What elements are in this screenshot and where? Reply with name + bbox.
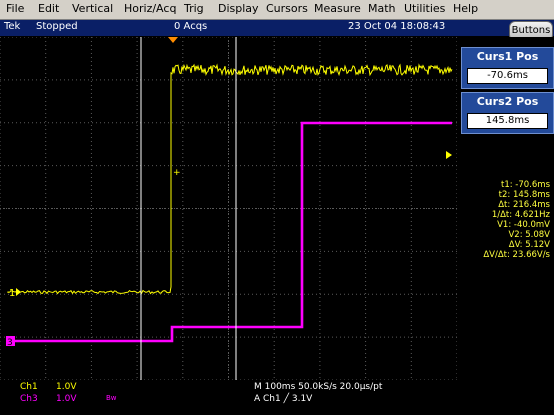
timebase-readout[interactable]: M 100ms 50.0kS/s 20.0µs/pt [254, 382, 382, 392]
waveform-display[interactable]: + 1 3 [0, 37, 457, 380]
menu-display[interactable]: Display [218, 2, 259, 15]
readout-delta-t: Δt: 216.4ms [498, 200, 550, 210]
cursor-readout: t1: -70.6ms t2: 145.8ms Δt: 216.4ms 1/Δt… [459, 180, 550, 260]
curs1-position-control[interactable]: Curs1 Pos -70.6ms [461, 47, 554, 89]
menu-trig[interactable]: Trig [184, 2, 204, 15]
trigger-position-icon[interactable] [168, 37, 178, 43]
curs2-value[interactable]: 145.8ms [467, 113, 548, 129]
trigger-readout[interactable]: A Ch1 ╱ 3.1V [254, 394, 312, 404]
menu-cursors[interactable]: Cursors [266, 2, 308, 15]
readout-v1: V1: -40.0mV [497, 220, 550, 230]
settings-readout-bar: Ch1 1.0V Ch3 1.0V Bw M 100ms 50.0kS/s 20… [0, 380, 554, 415]
ch1-ground-arrow-icon [16, 288, 21, 296]
ch3-scale[interactable]: 1.0V [56, 394, 76, 404]
status-bar: Tek Stopped 0 Acqs 23 Oct 04 18:08:43 [0, 20, 554, 36]
menu-horiz-acq[interactable]: Horiz/Acq [124, 2, 176, 15]
menu-help[interactable]: Help [453, 2, 478, 15]
ch1-waveform [7, 63, 453, 295]
readout-frequency: 1/Δt: 4.621Hz [491, 210, 550, 220]
bandwidth-limit-badge: Bw [106, 394, 117, 402]
curs1-value[interactable]: -70.6ms [467, 68, 548, 84]
menu-bar: File Edit Vertical Horiz/Acq Trig Displa… [0, 0, 554, 20]
readout-v2: V2: 5.08V [508, 230, 550, 240]
trigger-level-icon[interactable] [446, 151, 452, 159]
acquisition-state: Stopped [36, 21, 78, 32]
curs2-position-control[interactable]: Curs2 Pos 145.8ms [461, 92, 554, 134]
menu-file[interactable]: File [6, 2, 24, 15]
curs1-title: Curs1 Pos [476, 50, 539, 63]
brand-label: Tek [4, 21, 21, 32]
menu-edit[interactable]: Edit [38, 2, 59, 15]
trigger-level-marker: + [173, 168, 181, 178]
graticule [0, 37, 457, 380]
menu-vertical[interactable]: Vertical [72, 2, 113, 15]
ch1-scale[interactable]: 1.0V [56, 382, 76, 392]
ch1-label[interactable]: Ch1 [20, 382, 38, 392]
menu-math[interactable]: Math [368, 2, 396, 15]
ch1-ground-marker[interactable]: 1 [9, 288, 15, 299]
date-time: 23 Oct 04 18:08:43 [348, 21, 446, 32]
readout-delta-v: ΔV: 5.12V [508, 240, 550, 250]
ch3-label[interactable]: Ch3 [20, 394, 38, 404]
menu-measure[interactable]: Measure [314, 2, 361, 15]
readout-t1: t1: -70.6ms [500, 180, 550, 190]
ch3-ground-marker: 3 [7, 338, 13, 348]
curs2-title: Curs2 Pos [476, 95, 539, 108]
cursor-panel: Curs1 Pos -70.6ms Curs2 Pos 145.8ms t1: … [457, 37, 554, 380]
readout-t2: t2: 145.8ms [498, 190, 550, 200]
readout-slope: ΔV/Δt: 23.66V/s [483, 250, 550, 260]
menu-utilities[interactable]: Utilities [404, 2, 445, 15]
acquisition-count: 0 Acqs [174, 21, 208, 32]
ch3-waveform [8, 121, 452, 343]
